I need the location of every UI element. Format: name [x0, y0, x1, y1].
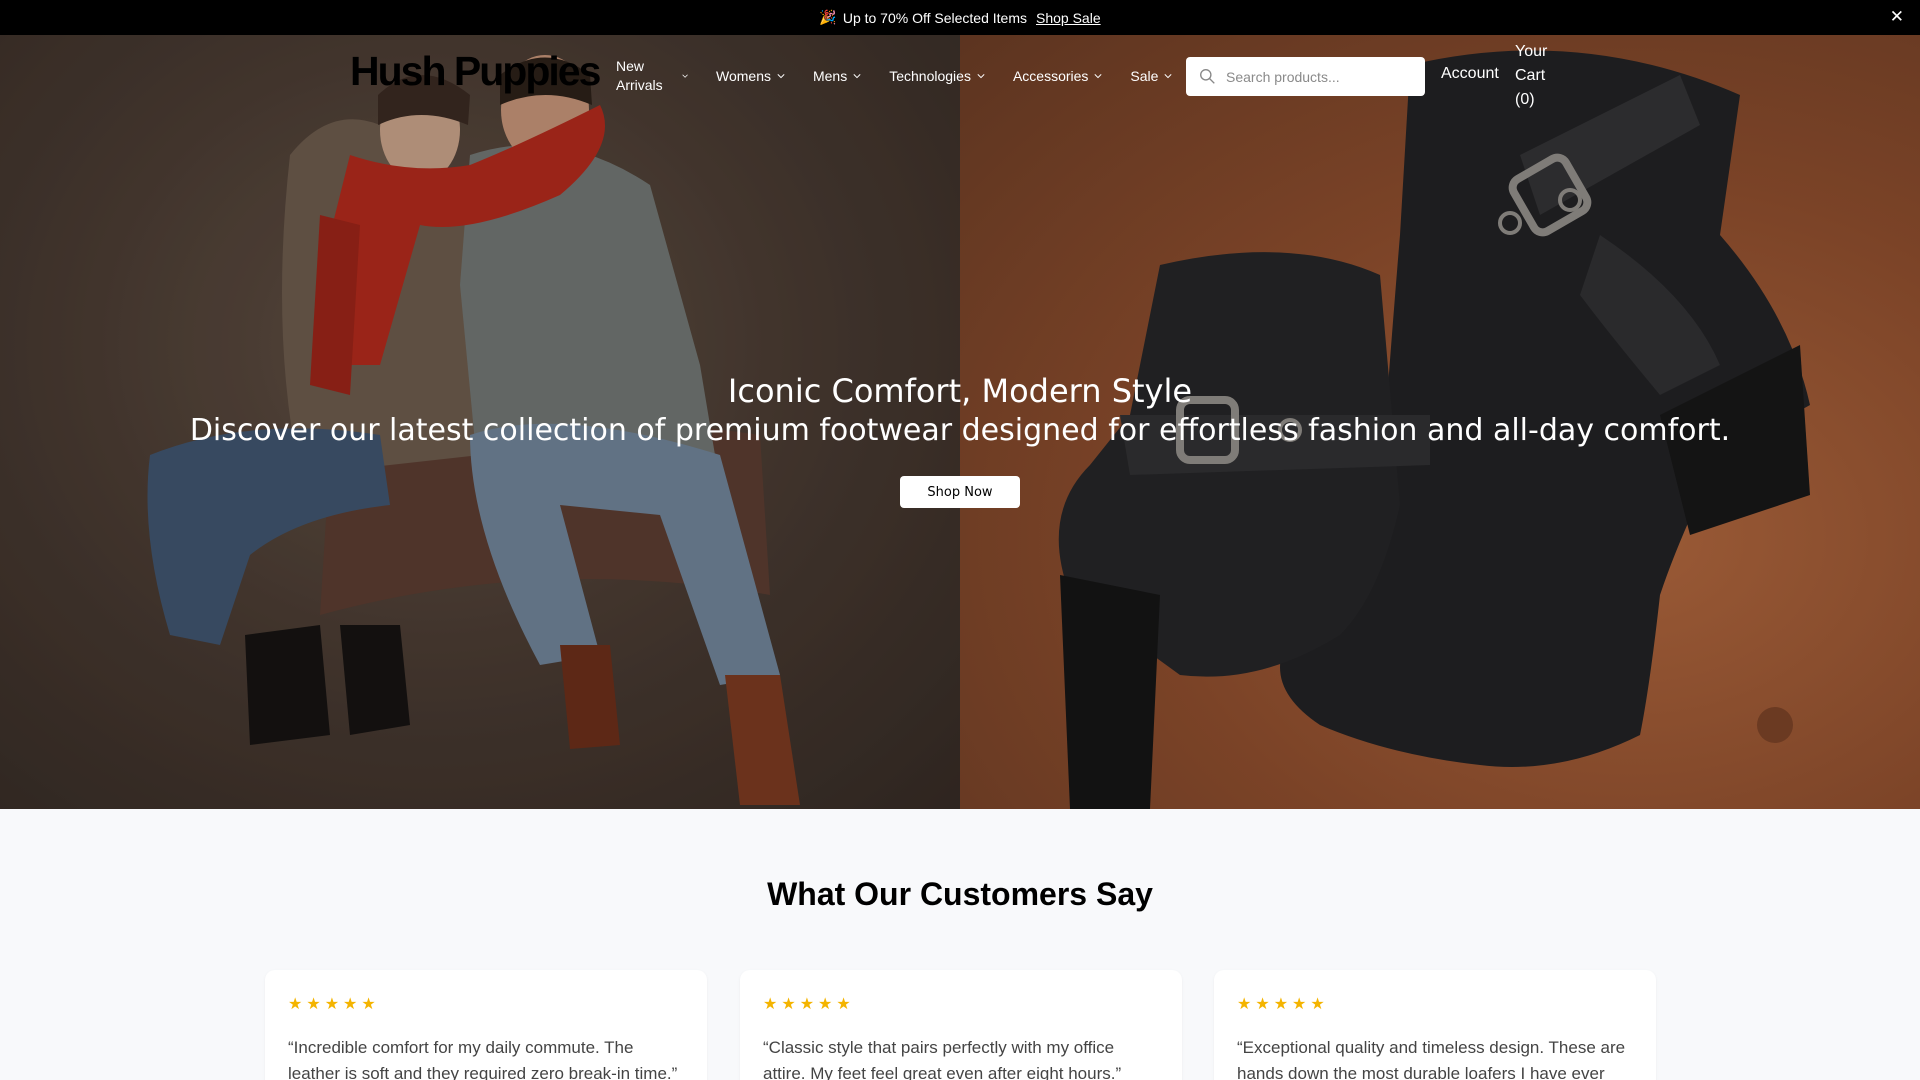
- nav-label: Sale: [1130, 67, 1159, 84]
- star-rating: ★★★★★: [763, 996, 855, 1013]
- search-box: [1186, 57, 1425, 96]
- nav-womens[interactable]: Womens: [716, 67, 785, 86]
- chevron-down-icon: [1094, 74, 1102, 79]
- search-icon: [1200, 69, 1215, 84]
- chevron-down-icon: [1164, 74, 1172, 79]
- nav-label: Technologies: [889, 67, 971, 84]
- party-icon: 🎉: [819, 9, 837, 25]
- main-nav: New Arrivals Womens Mens Technologies Ac…: [616, 50, 1200, 102]
- testimonial-quote: “Incredible comfort for my daily commute…: [288, 1038, 678, 1080]
- chevron-down-icon: [853, 74, 861, 79]
- cart-link[interactable]: Your Cart (0): [1515, 40, 1563, 112]
- nav-label: Accessories: [1012, 67, 1089, 84]
- nav-mens[interactable]: Mens: [813, 67, 861, 86]
- close-icon[interactable]: ✕: [1890, 8, 1904, 26]
- brand-logo[interactable]: Hush Puppies: [350, 48, 601, 95]
- account-link[interactable]: Account: [1441, 65, 1499, 83]
- chevron-down-icon: [977, 74, 985, 79]
- chevron-down-icon: [682, 74, 688, 78]
- star-rating: ★★★★★: [1237, 996, 1329, 1013]
- hero-subtitle: Discover our latest collection of premiu…: [189, 413, 1731, 448]
- hero-banner: Iconic Comfort, Modern Style Discover ou…: [0, 35, 1920, 809]
- nav-label: Mens: [812, 67, 848, 84]
- star-rating: ★★★★★: [288, 996, 380, 1013]
- testimonial-quote: “Exceptional quality and timeless design…: [1237, 1038, 1626, 1080]
- shop-sale-link[interactable]: Shop Sale: [1036, 10, 1101, 26]
- nav-label: Womens: [716, 67, 771, 84]
- chevron-down-icon: [777, 74, 785, 79]
- hero-title: Iconic Comfort, Modern Style: [727, 372, 1193, 410]
- testimonial-card: ★★★★★ “Exceptional quality and timeless …: [1214, 970, 1656, 1080]
- announcement-text: Up to 70% Off Selected Items: [842, 9, 1027, 26]
- testimonial-card: ★★★★★ “Incredible comfort for my daily c…: [265, 970, 707, 1080]
- search-input[interactable]: [1226, 68, 1416, 85]
- nav-new-arrivals[interactable]: New Arrivals: [616, 57, 688, 95]
- announcement-bar: 🎉 Up to 70% Off Selected Items Shop Sale…: [0, 0, 1920, 35]
- nav-accessories[interactable]: Accessories: [1013, 67, 1102, 86]
- nav-technologies[interactable]: Technologies: [889, 67, 985, 86]
- nav-sale[interactable]: Sale: [1130, 67, 1172, 86]
- testimonial-card: ★★★★★ “Classic style that pairs perfectl…: [740, 970, 1182, 1080]
- nav-label: New Arrivals: [616, 58, 663, 93]
- testimonial-quote: “Classic style that pairs perfectly with…: [763, 1038, 1122, 1080]
- shop-now-button[interactable]: Shop Now: [900, 476, 1020, 508]
- testimonials-heading: What Our Customers Say: [767, 876, 1153, 912]
